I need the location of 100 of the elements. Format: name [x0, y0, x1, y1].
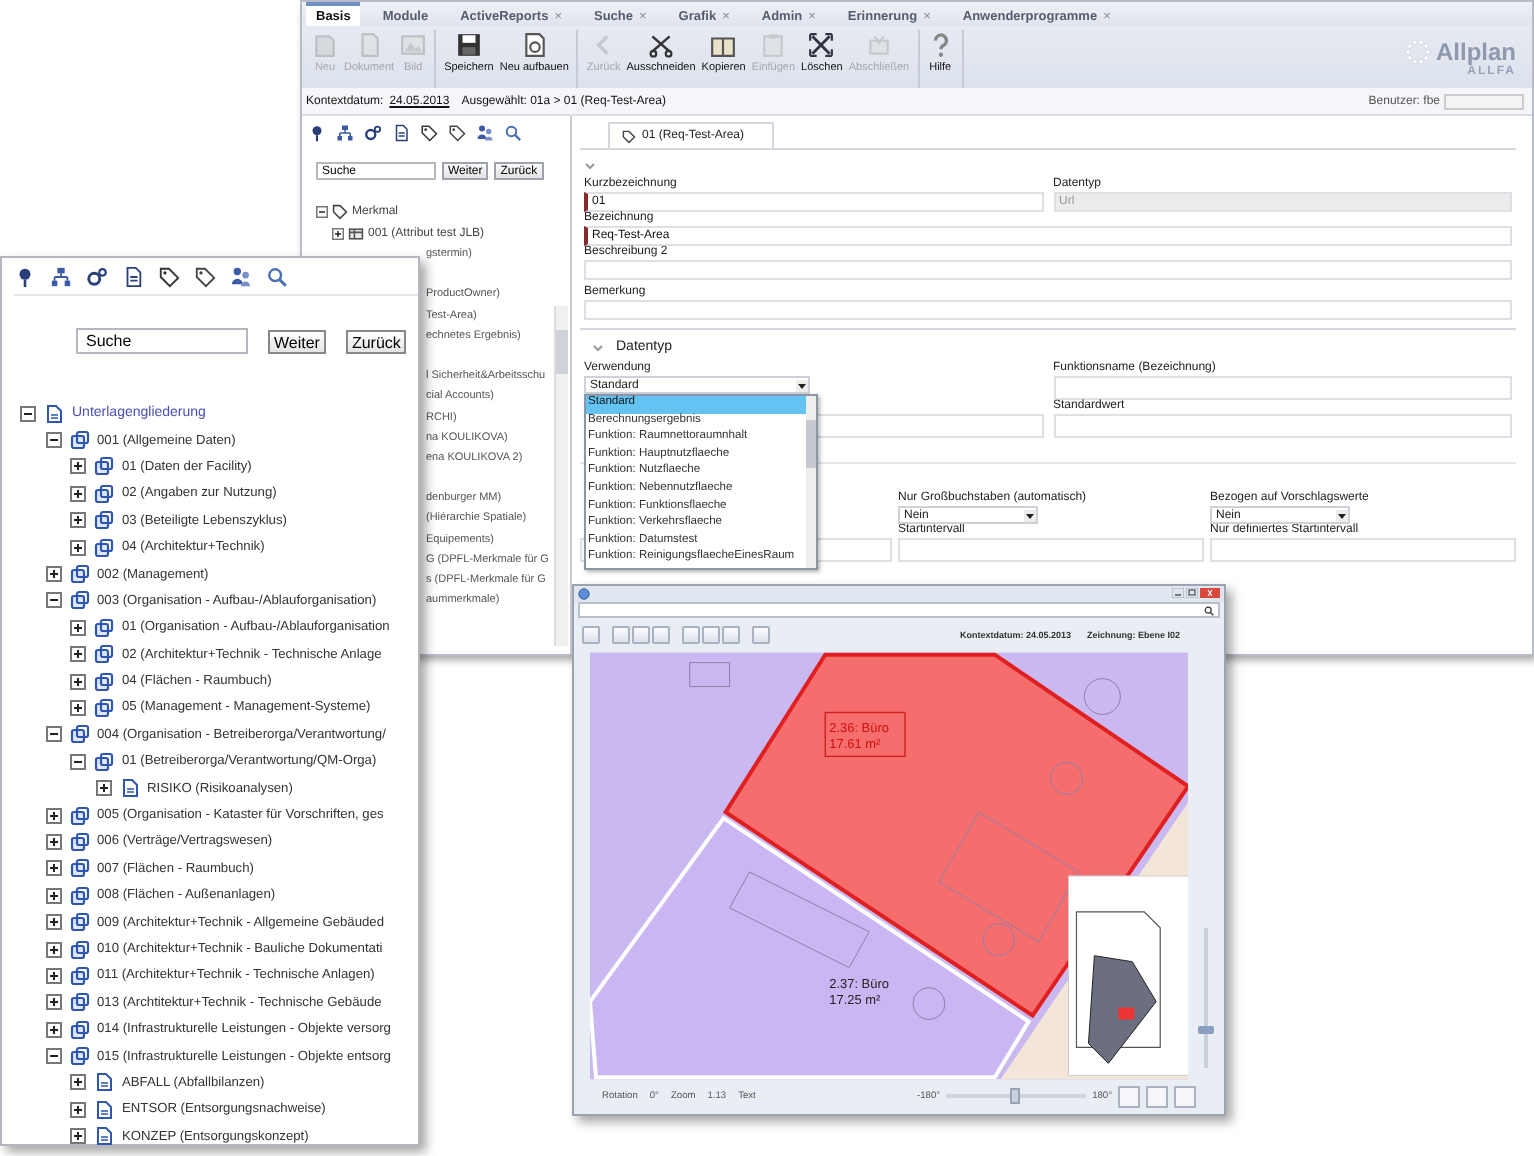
stacked-squares-icon — [94, 751, 114, 772]
new-page-icon — [312, 32, 338, 58]
clipboard-icon — [760, 32, 787, 58]
expand-toggle[interactable] — [45, 1021, 61, 1038]
stacked-squares-icon — [94, 697, 114, 718]
expand-toggle[interactable] — [45, 914, 61, 931]
user-field[interactable] — [1444, 93, 1524, 109]
expand-toggle[interactable] — [95, 780, 111, 797]
tag-icon — [622, 129, 636, 143]
hierarchy-icon[interactable] — [50, 266, 72, 288]
input-field[interactable] — [584, 300, 1512, 320]
expand-toggle[interactable] — [45, 432, 61, 449]
expand-toggle[interactable] — [70, 1074, 86, 1091]
expand-toggle[interactable] — [45, 1048, 61, 1065]
close-button[interactable] — [1200, 588, 1220, 599]
document-icon — [94, 1099, 114, 1120]
expand-toggle[interactable] — [20, 405, 36, 422]
expand-toggle[interactable] — [45, 566, 61, 583]
slider-thumb[interactable] — [1010, 1088, 1021, 1105]
expand-toggle[interactable] — [45, 967, 61, 984]
collapse-icon[interactable] — [592, 343, 604, 351]
stacked-squares-icon — [69, 831, 89, 852]
browser-icon — [578, 587, 590, 600]
expand-toggle[interactable] — [70, 1128, 86, 1145]
minimap-drawing[interactable] — [1068, 874, 1189, 1076]
scrollbar[interactable] — [806, 396, 816, 568]
expand-toggle[interactable] — [45, 941, 61, 957]
expand-toggle[interactable] — [70, 673, 86, 690]
collapse-icon[interactable] — [584, 162, 596, 170]
pin-icon[interactable] — [14, 266, 36, 288]
box-arrow-icon — [865, 32, 892, 58]
expand-toggle[interactable] — [45, 994, 61, 1011]
expand-toggle[interactable] — [45, 726, 61, 743]
search-icon — [1204, 605, 1214, 616]
label-frame — [824, 711, 906, 757]
expand-toggle[interactable] — [45, 860, 61, 877]
input-field[interactable] — [1053, 376, 1512, 400]
search-button[interactable]: Zurück — [345, 329, 407, 353]
expand-toggle[interactable] — [332, 227, 344, 239]
gear-page-icon — [521, 32, 548, 58]
people-icon[interactable] — [230, 266, 252, 288]
stacked-squares-icon — [69, 965, 89, 986]
expand-toggle[interactable] — [45, 592, 61, 609]
stacked-squares-icon — [69, 992, 89, 1013]
expand-toggle[interactable] — [70, 646, 86, 663]
stacked-squares-icon — [69, 564, 89, 585]
stacked-squares-icon — [69, 912, 89, 933]
tag-icon[interactable] — [158, 266, 180, 288]
gears-icon[interactable] — [86, 266, 108, 288]
search-field[interactable]: Suche — [76, 328, 248, 354]
table-icon — [348, 225, 364, 241]
input-field[interactable] — [1053, 414, 1512, 438]
expand-toggle[interactable] — [70, 753, 86, 770]
stacked-squares-icon — [94, 617, 114, 638]
slider-thumb[interactable] — [1198, 1026, 1215, 1035]
search-icon[interactable] — [266, 266, 288, 288]
stacked-squares-icon — [94, 483, 114, 504]
hierarchy-icon[interactable] — [336, 124, 354, 142]
tag-icon[interactable] — [420, 124, 438, 142]
expand-toggle[interactable] — [45, 833, 61, 850]
expand-toggle[interactable] — [70, 485, 86, 502]
expand-toggle[interactable] — [45, 887, 61, 904]
image-icon — [400, 32, 427, 58]
expand-toggle[interactable] — [70, 619, 86, 636]
dotted-ring-icon — [1403, 38, 1432, 66]
scrollbar[interactable] — [554, 306, 568, 646]
room-area[interactable] — [722, 652, 1189, 1018]
expand-toggle[interactable] — [70, 699, 86, 716]
document-icon[interactable] — [392, 124, 410, 142]
input-field[interactable] — [1210, 538, 1516, 562]
stacked-squares-icon — [69, 430, 89, 451]
caret-icon — [1336, 509, 1348, 521]
expand-toggle[interactable] — [316, 205, 328, 217]
minimize-button[interactable] — [1172, 588, 1184, 599]
expand-toggle[interactable] — [45, 807, 61, 824]
search-button[interactable]: Weiter — [268, 329, 326, 353]
expand-toggle[interactable] — [70, 512, 86, 529]
tag-icon — [332, 203, 348, 219]
tag-icon[interactable] — [448, 124, 466, 142]
caret-icon — [1024, 509, 1036, 521]
stacked-squares-icon — [94, 537, 114, 558]
expand-toggle[interactable] — [70, 1101, 86, 1118]
input-field[interactable] — [584, 260, 1512, 280]
tag-icon[interactable] — [194, 266, 216, 288]
cross-arrows-icon — [808, 32, 835, 58]
document-icon — [44, 403, 64, 424]
stacked-squares-icon — [69, 1046, 89, 1067]
pin-icon[interactable] — [308, 124, 326, 142]
gears-icon[interactable] — [364, 124, 382, 142]
expand-toggle[interactable] — [70, 539, 86, 556]
caret-icon — [796, 379, 808, 391]
stacked-squares-icon — [69, 1019, 89, 1040]
input-field[interactable] — [898, 538, 1204, 562]
maximize-button[interactable] — [1186, 588, 1198, 599]
search-icon[interactable] — [504, 124, 522, 142]
document-icon — [356, 32, 383, 58]
zoom-slider[interactable] — [1204, 927, 1209, 1068]
expand-toggle[interactable] — [70, 458, 86, 475]
document-icon[interactable] — [122, 266, 144, 288]
people-icon[interactable] — [476, 124, 494, 142]
